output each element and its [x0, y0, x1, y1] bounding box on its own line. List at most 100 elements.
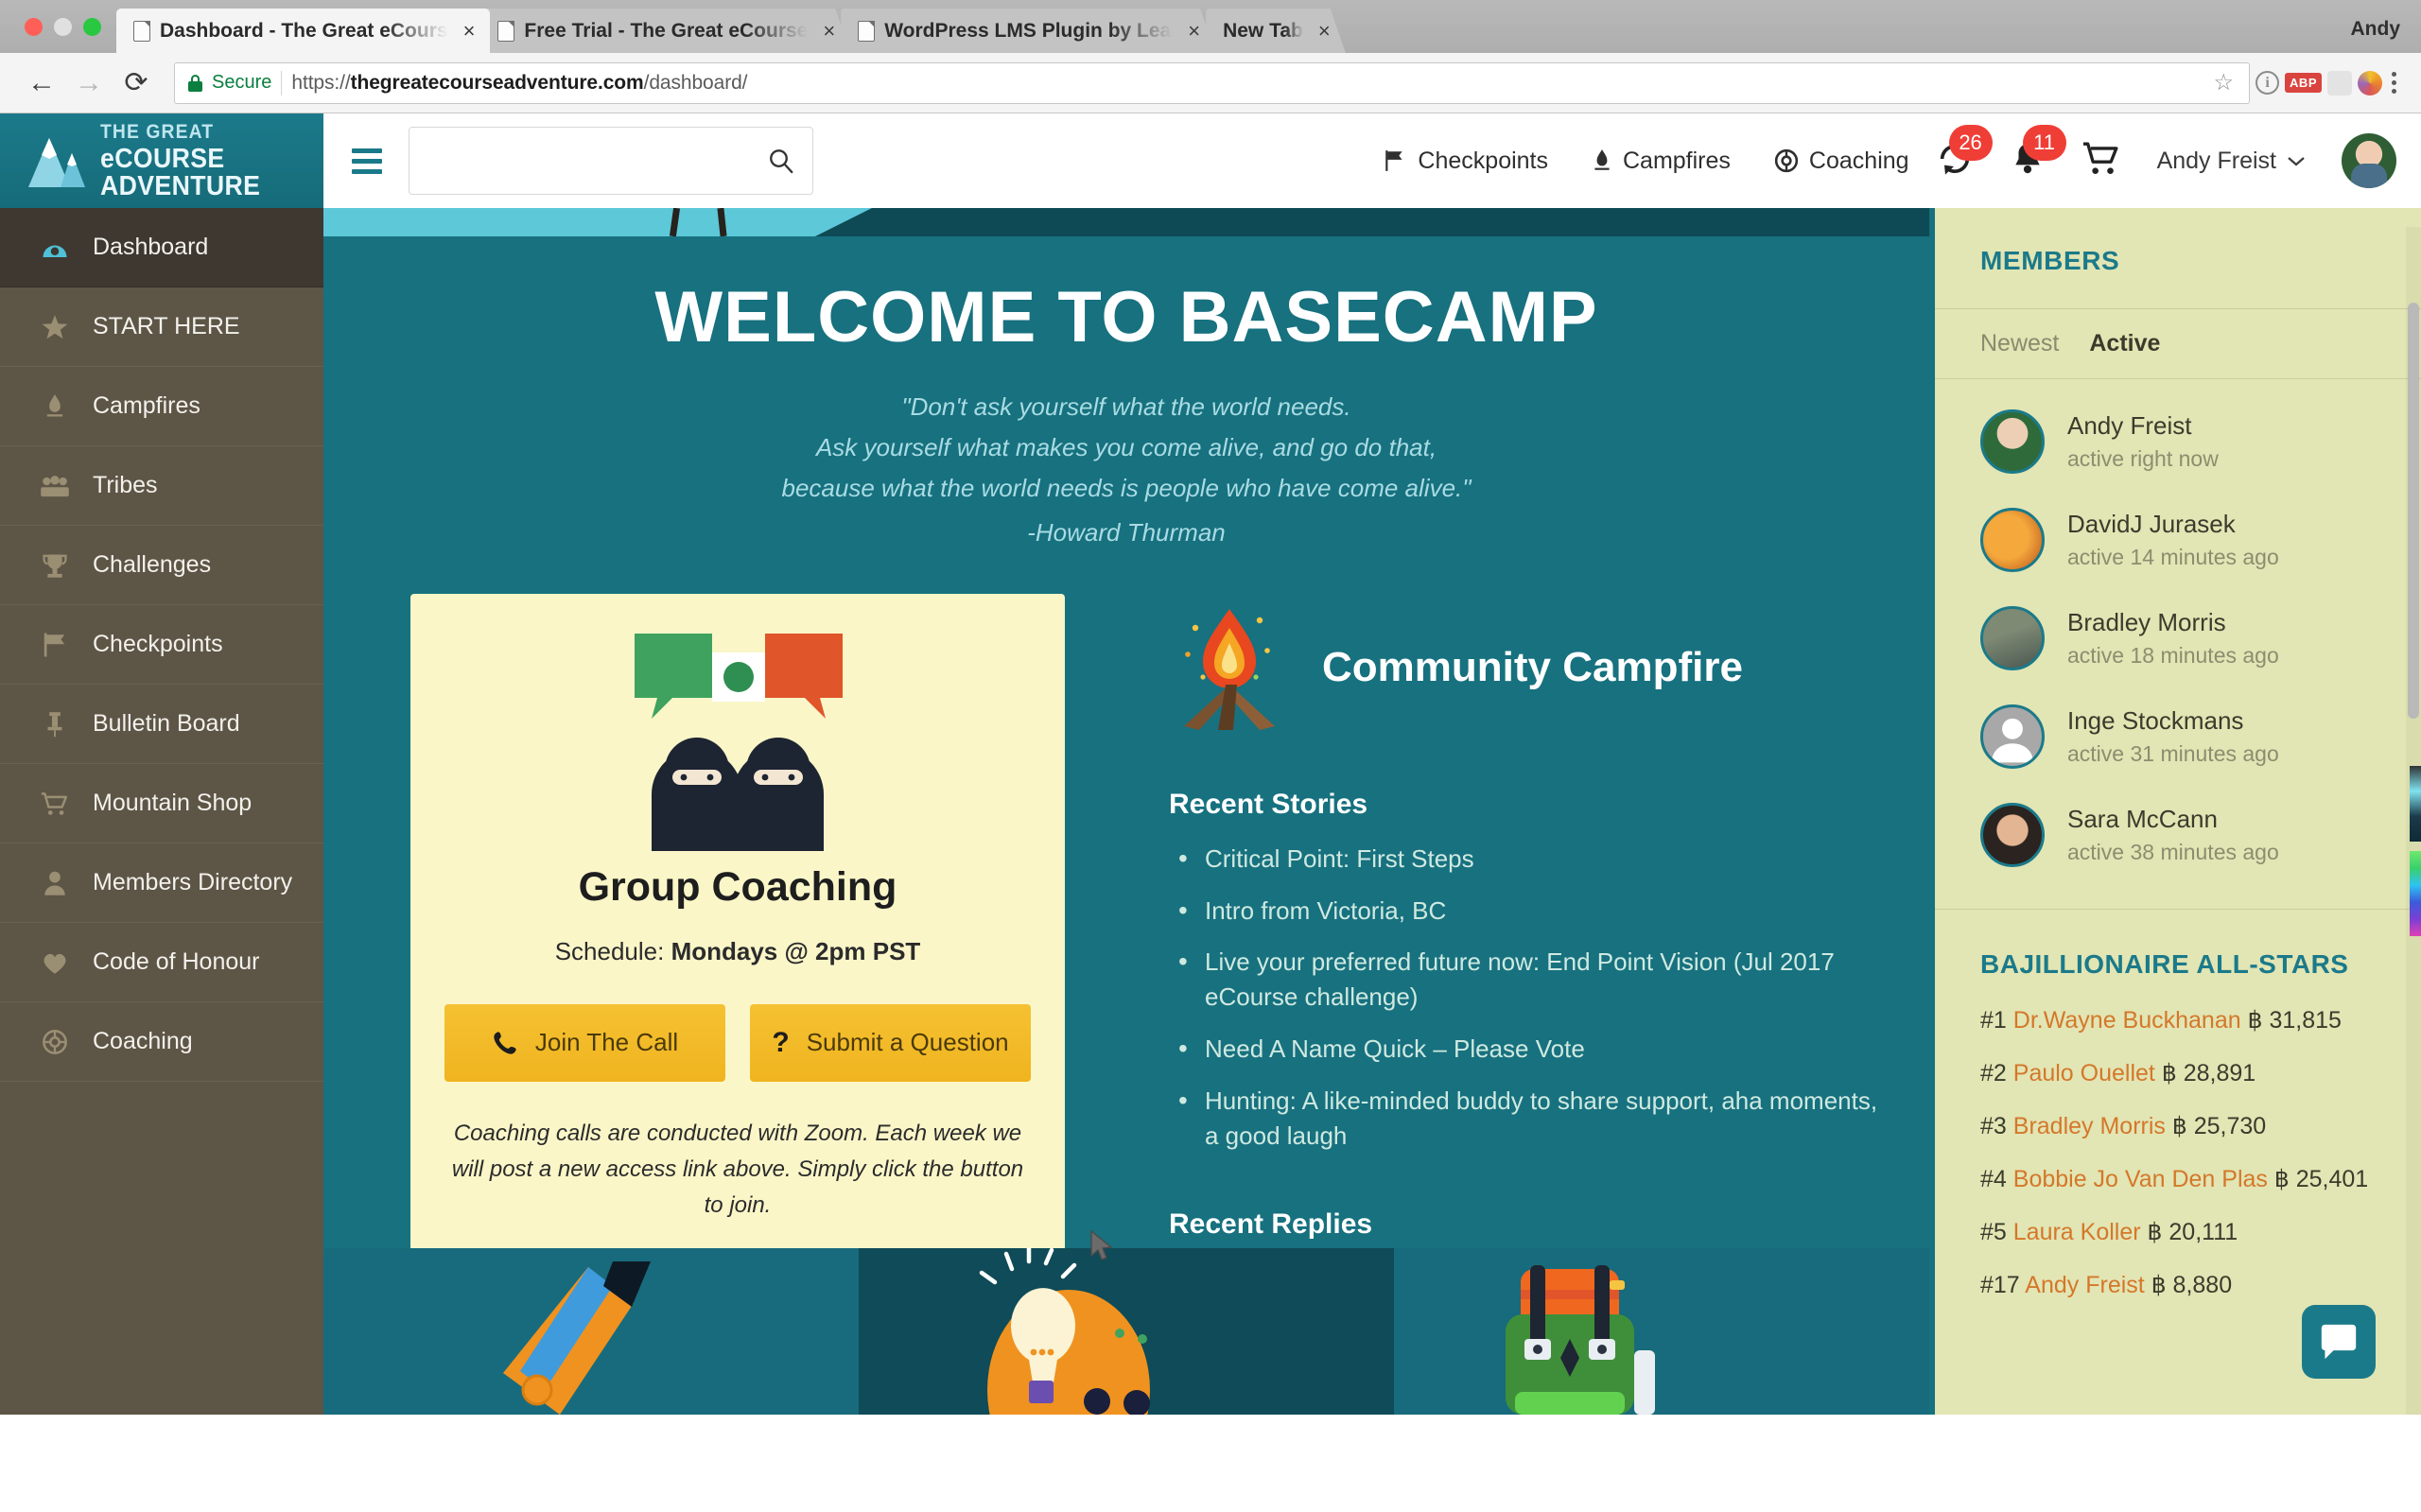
top-nav-checkpoints[interactable]: Checkpoints: [1383, 148, 1548, 175]
allstar-name[interactable]: Andy Freist: [2025, 1272, 2144, 1298]
sidebar-item-start-here[interactable]: START HERE: [0, 287, 323, 367]
submit-question-button[interactable]: ? Submit a Question: [750, 1003, 1031, 1082]
feature-tile-backpack[interactable]: [1394, 1248, 1929, 1415]
color-picker-strip[interactable]: [2410, 766, 2421, 842]
story-item[interactable]: Need A Name Quick – Please Vote: [1169, 1030, 1891, 1068]
campfire-illustration: [1184, 608, 1275, 730]
allstar-rank: #5: [1980, 1219, 2007, 1245]
adblock-icon[interactable]: ABP: [2285, 73, 2322, 93]
list-item[interactable]: Sara McCann active 38 minutes ago: [1935, 786, 2421, 884]
cart-icon: [2082, 142, 2118, 174]
story-item[interactable]: Hunting: A like-minded buddy to share su…: [1169, 1082, 1891, 1154]
story-item[interactable]: Intro from Victoria, BC: [1169, 892, 1891, 930]
allstar-name[interactable]: Paulo Ouellet: [2013, 1060, 2155, 1086]
tab-title: Free Trial - The Great eCourse: [524, 19, 809, 42]
close-icon[interactable]: ×: [1313, 17, 1336, 45]
list-item[interactable]: Inge Stockmans active 31 minutes ago: [1935, 687, 2421, 786]
site-logo[interactable]: THE GREAT eCOURSE ADVENTURE: [0, 113, 323, 208]
address-bar[interactable]: Secure https://thegreatecourseadventure.…: [174, 61, 2251, 104]
story-item[interactable]: Live your preferred future now: End Poin…: [1169, 943, 1891, 1015]
page-icon: [858, 21, 875, 42]
sync-button[interactable]: 26: [1936, 124, 1993, 182]
allstar-amount: 25,730: [2193, 1113, 2267, 1139]
close-icon[interactable]: ×: [817, 17, 841, 45]
search-icon[interactable]: [767, 147, 795, 175]
tab-active[interactable]: Active: [2089, 330, 2160, 357]
extension-icon[interactable]: [2327, 70, 2352, 96]
allstar-name[interactable]: Bobbie Jo Van Den Plas: [2013, 1166, 2268, 1192]
menu-toggle-icon[interactable]: [352, 148, 382, 174]
list-item[interactable]: #3 Bradley Morris ฿ 25,730: [1935, 1112, 2421, 1165]
join-the-call-button[interactable]: Join The Call: [444, 1003, 725, 1082]
search-input[interactable]: [427, 148, 767, 173]
browser-tab-2[interactable]: Free Trial - The Great eCourse ×: [480, 9, 850, 53]
sidebar-item-coaching[interactable]: Coaching: [0, 1002, 323, 1082]
back-icon[interactable]: ←: [21, 62, 62, 104]
tab-title: Dashboard - The Great eCours: [160, 19, 448, 42]
currency-symbol: ฿: [2273, 1166, 2290, 1192]
bookmark-icon[interactable]: ☆: [2214, 69, 2235, 96]
close-window-button[interactable]: [25, 17, 43, 36]
browser-menu-icon[interactable]: [2388, 72, 2400, 94]
search-box[interactable]: [409, 127, 813, 195]
list-item[interactable]: Andy Freist active right now: [1935, 392, 2421, 491]
browser-tab-4[interactable]: New Tab ×: [1206, 9, 1346, 53]
sidebar-item-label: Challenges: [93, 551, 212, 578]
page-scrollbar-thumb[interactable]: [2408, 303, 2419, 719]
maximize-window-button[interactable]: [83, 17, 101, 36]
browser-profile-name[interactable]: Andy: [2351, 18, 2401, 41]
quote-author: -Howard Thurman: [1027, 518, 1226, 547]
allstar-name[interactable]: Bradley Morris: [2013, 1113, 2166, 1139]
allstar-name[interactable]: Dr.Wayne Buckhanan: [2013, 1007, 2241, 1034]
sidebar-item-label: START HERE: [93, 313, 240, 339]
top-nav-campfires[interactable]: Campfires: [1592, 148, 1731, 175]
tab-newest[interactable]: Newest: [1980, 330, 2059, 357]
list-item[interactable]: #1 Dr.Wayne Buckhanan ฿ 31,815: [1935, 1006, 2421, 1059]
browser-tab-1[interactable]: Dashboard - The Great eCours ×: [116, 9, 491, 53]
sidebar-item-checkpoints[interactable]: Checkpoints: [0, 605, 323, 685]
list-item[interactable]: #2 Paulo Ouellet ฿ 28,891: [1935, 1059, 2421, 1112]
cart-button[interactable]: [2081, 141, 2121, 182]
hue-slider-strip[interactable]: [2410, 851, 2421, 936]
list-item[interactable]: #4 Bobbie Jo Van Den Plas ฿ 25,401: [1935, 1165, 2421, 1218]
sidebar-item-mountain-shop[interactable]: Mountain Shop: [0, 764, 323, 843]
url-text: https://thegreatecourseadventure.com/das…: [291, 72, 747, 95]
chat-widget-button[interactable]: [2302, 1305, 2376, 1379]
browser-tab-3[interactable]: WordPress LMS Plugin by Lear ×: [841, 9, 1215, 53]
avatar: [1980, 508, 2045, 572]
close-icon[interactable]: ×: [1182, 17, 1206, 45]
avatar[interactable]: [2342, 133, 2396, 188]
lifebuoy-icon: [40, 1029, 70, 1055]
member-activity: active 38 minutes ago: [2067, 840, 2279, 864]
sidebar-item-bulletin-board[interactable]: Bulletin Board: [0, 685, 323, 764]
info-icon[interactable]: i: [2256, 71, 2280, 95]
allstar-rank: #2: [1980, 1060, 2007, 1086]
allstar-rank: #1: [1980, 1007, 2007, 1034]
quote-line-2: Ask yourself what makes you come alive, …: [815, 433, 1437, 462]
top-nav-coaching[interactable]: Coaching: [1774, 148, 1909, 175]
list-item[interactable]: Bradley Morris active 18 minutes ago: [1935, 589, 2421, 687]
sidebar-item-code-of-honour[interactable]: Code of Honour: [0, 923, 323, 1002]
sidebar-item-dashboard[interactable]: Dashboard: [0, 208, 323, 287]
sidebar-item-tribes[interactable]: Tribes: [0, 446, 323, 526]
coaching-note: Coaching calls are conducted with Zoom. …: [451, 1120, 1024, 1219]
allstar-name[interactable]: Laura Koller: [2013, 1219, 2141, 1245]
forward-icon[interactable]: →: [68, 62, 110, 104]
feature-tile-idea[interactable]: [859, 1248, 1394, 1415]
user-menu[interactable]: Andy Freist: [2157, 148, 2306, 175]
extension-color-icon[interactable]: [2358, 70, 2382, 96]
allstar-rank: #3: [1980, 1113, 2007, 1139]
sidebar-item-members-directory[interactable]: Members Directory: [0, 843, 323, 923]
close-icon[interactable]: ×: [458, 17, 481, 45]
sidebar-item-challenges[interactable]: Challenges: [0, 526, 323, 605]
recent-stories-list: Critical Point: First Steps Intro from V…: [1169, 840, 1891, 1154]
story-item[interactable]: Critical Point: First Steps: [1169, 840, 1891, 878]
minimize-window-button[interactable]: [54, 17, 72, 36]
reload-icon[interactable]: ⟳: [115, 62, 157, 104]
feature-tile-pen[interactable]: [323, 1248, 859, 1415]
list-item[interactable]: #5 Laura Koller ฿ 20,111: [1935, 1218, 2421, 1271]
browser-toolbar: ← → ⟳ Secure https://thegreatecourseadve…: [0, 53, 2421, 113]
sidebar-item-campfires[interactable]: Campfires: [0, 367, 323, 446]
list-item[interactable]: DavidJ Jurasek active 14 minutes ago: [1935, 491, 2421, 589]
notifications-button[interactable]: 11: [2010, 124, 2066, 182]
